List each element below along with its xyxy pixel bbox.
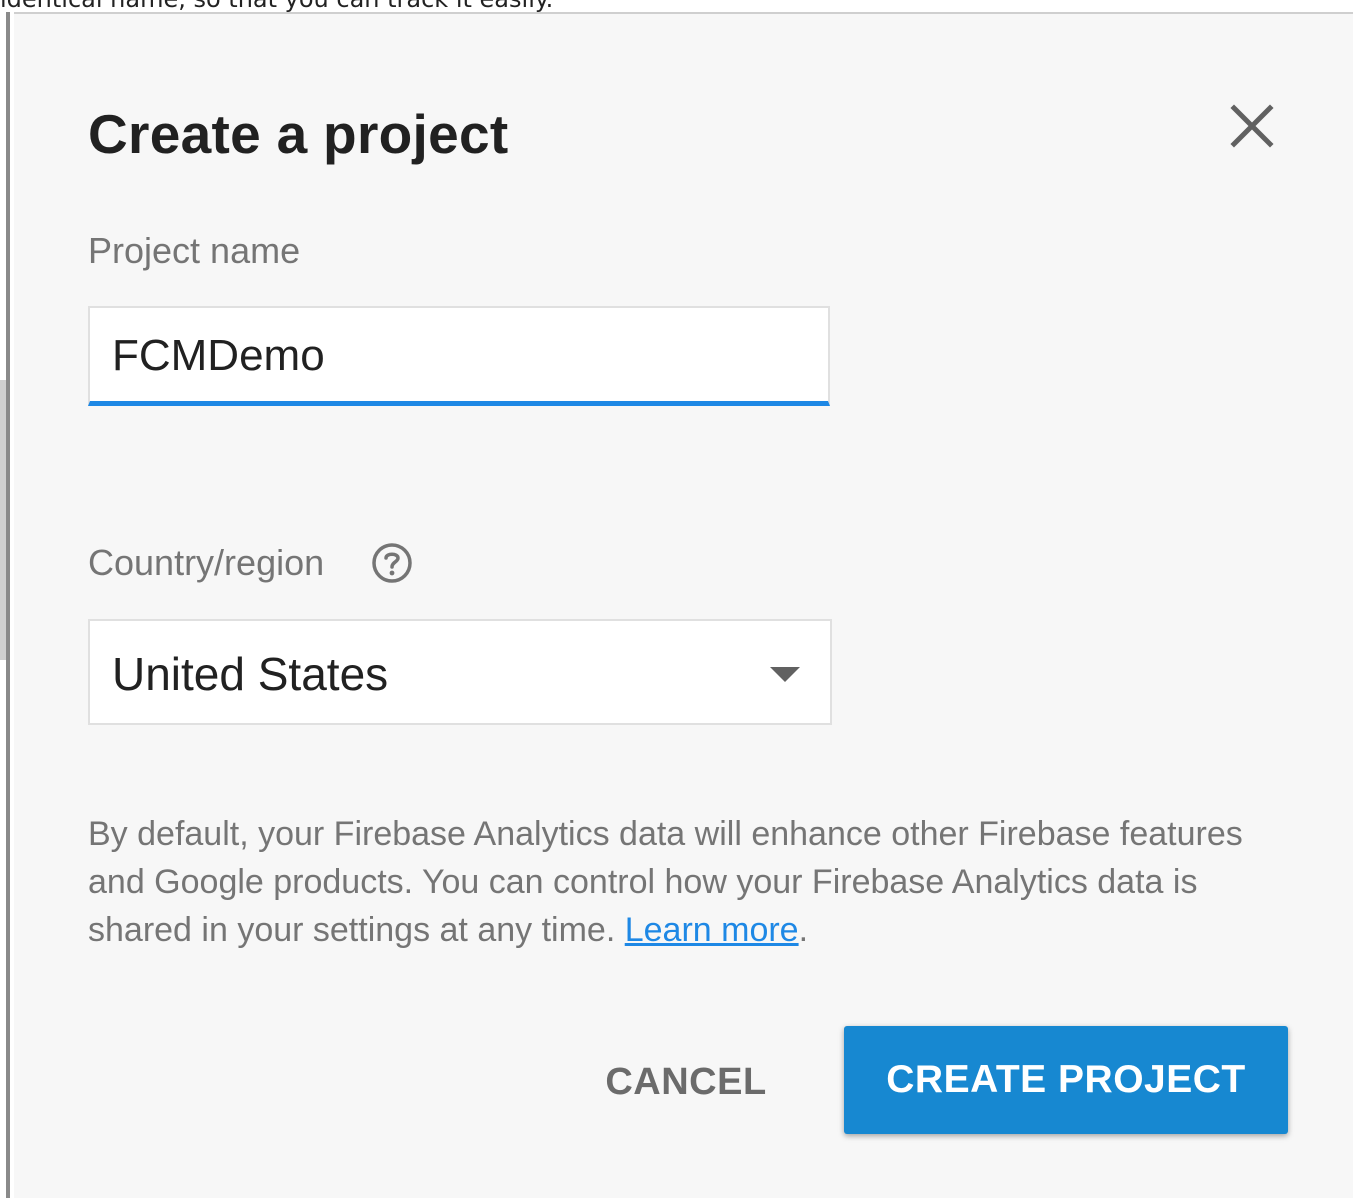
close-icon[interactable] (1226, 100, 1278, 152)
create-project-dialog: Create a project Project name Country/re… (14, 14, 1353, 1198)
country-select-value: United States (112, 648, 389, 700)
learn-more-link[interactable]: Learn more (625, 911, 799, 949)
cancel-button[interactable]: CANCEL (584, 1046, 788, 1118)
country-select[interactable]: United States (88, 619, 832, 725)
analytics-notice: By default, your Firebase Analytics data… (88, 810, 1308, 954)
dialog-title: Create a project (88, 103, 509, 165)
country-region-label: Country/region (88, 542, 325, 583)
project-name-field[interactable] (88, 306, 830, 406)
help-circle-icon[interactable] (371, 542, 413, 584)
project-name-label: Project name (88, 230, 301, 271)
create-project-button[interactable]: CREATE PROJECT (844, 1026, 1288, 1134)
project-name-input[interactable] (112, 308, 802, 403)
notice-suffix: . (798, 911, 809, 949)
caret-down-icon (770, 667, 800, 682)
page-divider (6, 12, 10, 1198)
page: identical name, so that you can track it… (0, 0, 1353, 1198)
